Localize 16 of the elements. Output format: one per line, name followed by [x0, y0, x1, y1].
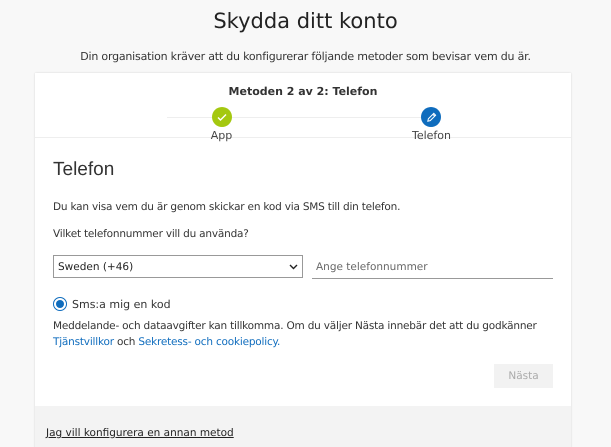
- policy-link[interactable]: Tjänstvillkor: [53, 336, 114, 348]
- phone-question: Vilket telefonnummer vill du använda?: [53, 227, 250, 241]
- progress-heading: Metoden 2 av 2: Telefon: [228, 85, 378, 99]
- other-method-link[interactable]: Jag vill konfigurera en annan metod: [46, 427, 234, 439]
- sms-radio-option[interactable]: Sms:a mig en kod: [53, 297, 171, 311]
- chevron-down-icon: [289, 264, 298, 270]
- step-label: App: [210, 129, 232, 143]
- method-description: Du kan visa vem du är genom skickar en kod via SMS till din telefon.: [53, 200, 402, 214]
- country-dropdown[interactable]: Sweden (+46): [53, 255, 303, 278]
- page-title: Skydda ditt konto: [212, 8, 399, 35]
- policy-link[interactable]: Sekretess- och cookiepolicy.: [138, 336, 280, 348]
- step-label: Telefon: [412, 129, 451, 143]
- charges-notice: Meddelande- och dataavgifter kan tillkomma. Om du väljer Nästa innebär det att du godkänner Tjänstvillkor och Sekretess- och cookiepolicy.: [53, 319, 538, 350]
- method-heading: Telefon: [53, 158, 116, 182]
- page-subtitle: Din organisation kräver att du konfigurerar följande metoder som bevisar vem du är.: [79, 50, 532, 64]
- phone-input[interactable]: Ange telefonnummer: [312, 255, 553, 279]
